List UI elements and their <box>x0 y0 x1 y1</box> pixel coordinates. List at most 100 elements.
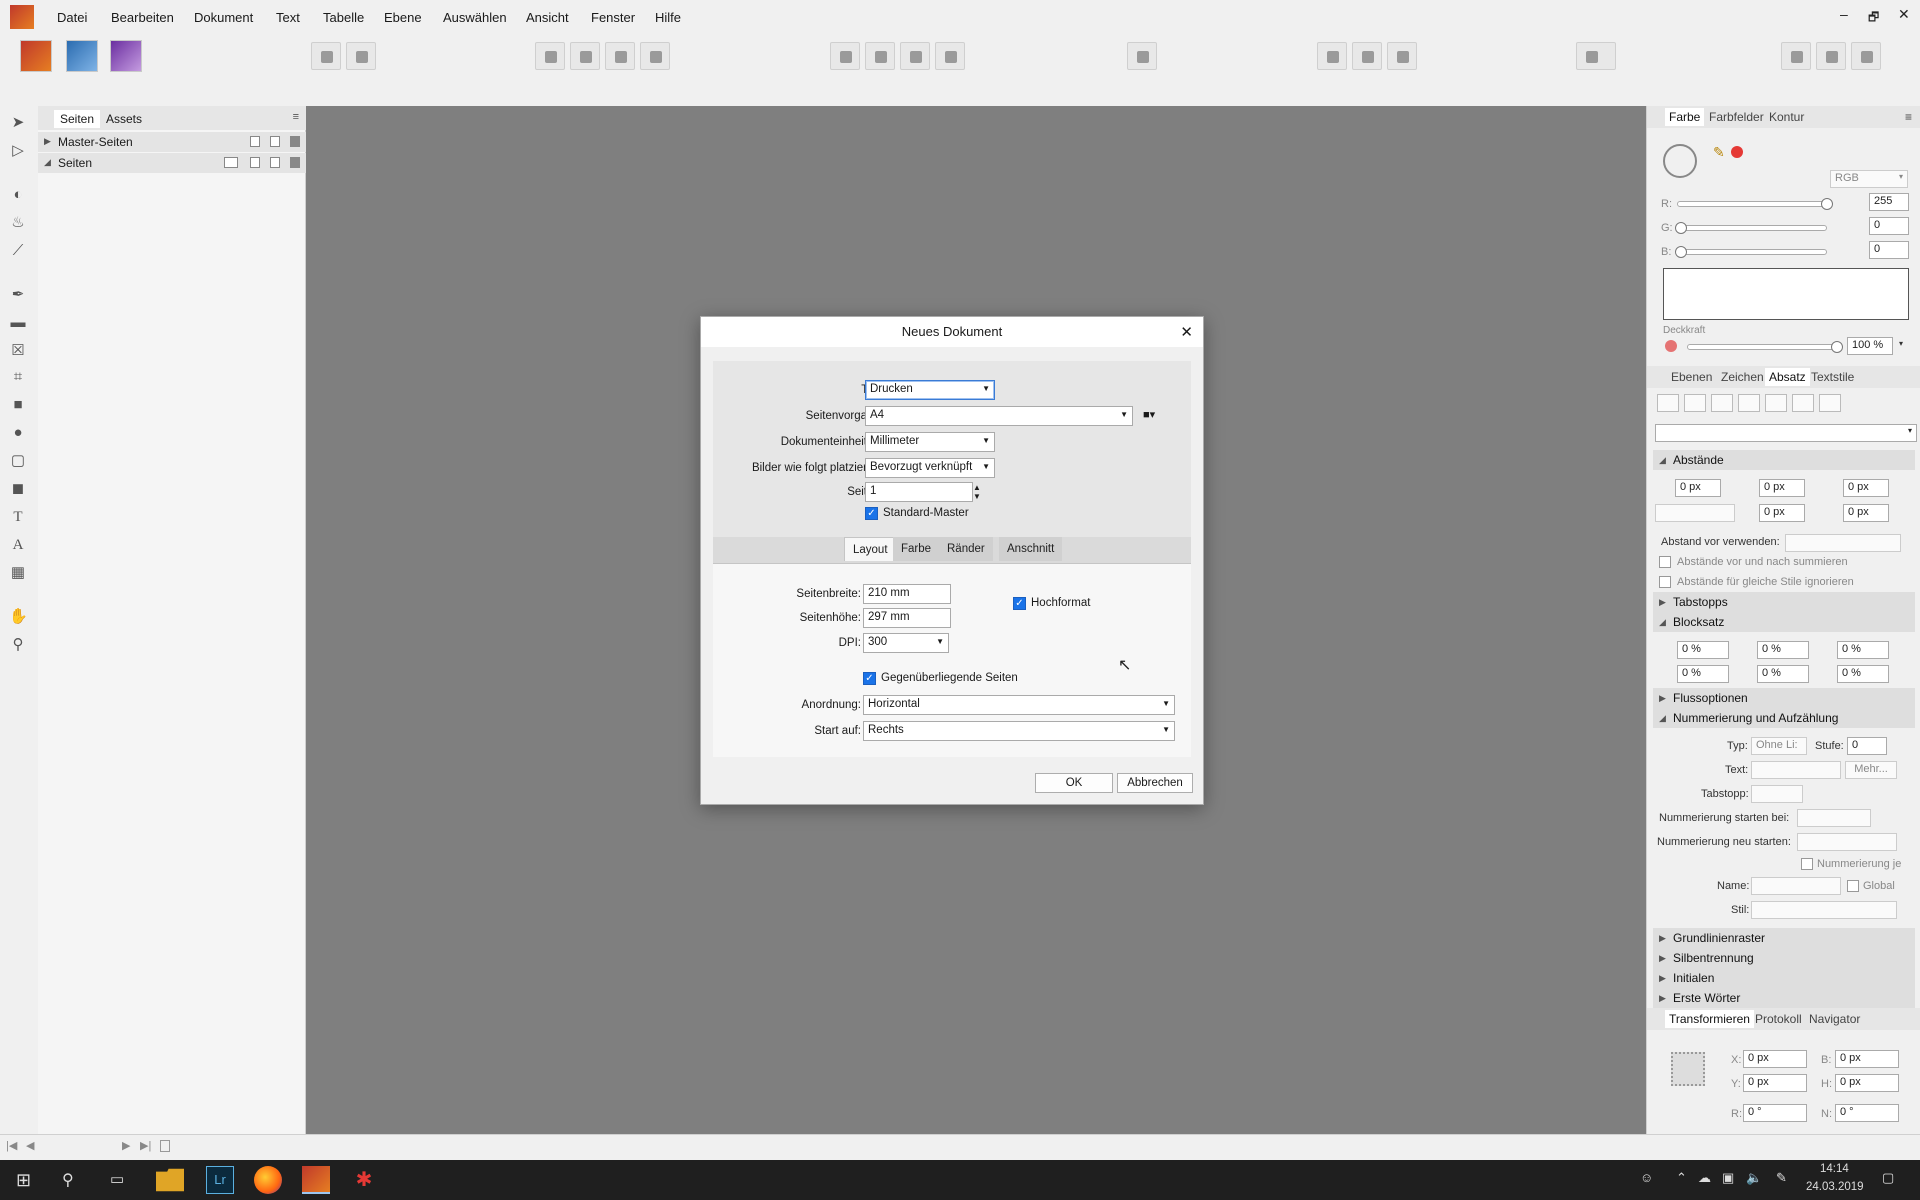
seitenhoehe-field[interactable]: 297 mm <box>863 608 951 628</box>
section-grundlinienraster[interactable]: ▶ Grundlinienraster <box>1653 928 1915 948</box>
tab-navigator[interactable]: Navigator <box>1809 1012 1860 1026</box>
tab-transformieren[interactable]: Transformieren <box>1665 1010 1754 1028</box>
flip-vertical-icon[interactable] <box>865 42 895 70</box>
notifications-icon[interactable]: ▢ <box>1882 1170 1894 1186</box>
show-hidden-icons[interactable]: ⌃ <box>1676 1170 1687 1186</box>
global-checkbox[interactable] <box>1847 880 1859 892</box>
prev-page-icon[interactable]: ◀ <box>26 1139 34 1152</box>
people-icon[interactable]: ☺ <box>1640 1170 1653 1185</box>
menu-text[interactable]: Text <box>276 10 300 25</box>
justify-center-icon[interactable] <box>1765 394 1787 412</box>
list-name-field[interactable] <box>1751 877 1841 895</box>
justify-right-icon[interactable] <box>1792 394 1814 412</box>
color-picker-icon[interactable]: ◐ <box>9 186 27 204</box>
arrange-back-icon[interactable] <box>640 42 670 70</box>
gegenueberliegende-seiten-checkbox[interactable]: ✓ <box>863 672 876 685</box>
tab-farbe[interactable]: Farbe <box>893 537 940 561</box>
section-silbentrennung[interactable]: ▶ Silbentrennung <box>1653 948 1915 968</box>
search-icon[interactable]: ⚲ <box>62 1170 74 1190</box>
seiten-field[interactable]: 1 <box>865 482 973 502</box>
eyedropper-icon[interactable]: ⟋ <box>9 242 27 260</box>
publisher-persona-icon[interactable] <box>20 40 52 72</box>
start-at-field[interactable] <box>1797 809 1871 827</box>
justify-left-icon[interactable] <box>1738 394 1760 412</box>
tab-farbe[interactable]: Farbe <box>1665 108 1705 126</box>
align-right-icon[interactable] <box>1711 394 1733 412</box>
hochformat-checkbox[interactable]: ✓ <box>1013 597 1026 610</box>
letter-spacing-max-field[interactable]: 0 % <box>1837 665 1889 683</box>
dialog-close-icon[interactable]: ✕ <box>1180 323 1193 341</box>
shear-field[interactable]: 0 ° <box>1835 1104 1899 1122</box>
section-erste-woerter[interactable]: ▶ Erste Wörter <box>1653 988 1915 1008</box>
dokumenteinheiten-select[interactable]: Millimeter ▼ <box>865 432 995 452</box>
justify-all-icon[interactable] <box>1819 394 1841 412</box>
firefox-icon[interactable] <box>254 1166 282 1194</box>
rotate-right-icon[interactable] <box>935 42 965 70</box>
section-abstaende[interactable]: ◢ Abstände <box>1653 450 1915 470</box>
duplicate-master-icon[interactable] <box>270 136 280 147</box>
tab-assets[interactable]: Assets <box>100 110 148 128</box>
windows-start-icon[interactable]: ⊞ <box>16 1170 31 1191</box>
list-text-field[interactable] <box>1751 761 1841 779</box>
menu-dokument[interactable]: Dokument <box>194 10 253 25</box>
seiten-stepper[interactable]: ▲ ▼ <box>973 483 981 501</box>
bilder-platzieren-select[interactable]: Bevorzugt verknüpft ▼ <box>865 458 995 478</box>
r-slider[interactable] <box>1677 201 1827 207</box>
arrange-backward-icon[interactable] <box>605 42 635 70</box>
b-slider[interactable] <box>1677 249 1827 255</box>
flip-horizontal-icon[interactable] <box>830 42 860 70</box>
opacity-field[interactable]: 100 % <box>1847 337 1893 355</box>
next-page-icon[interactable]: ▶ <box>122 1139 130 1152</box>
tab-absatz[interactable]: Absatz <box>1765 368 1810 386</box>
letter-spacing-min-field[interactable]: 0 % <box>1677 665 1729 683</box>
letter-spacing-desired-field[interactable]: 0 % <box>1757 665 1809 683</box>
collapse-arrow-icon[interactable]: ◢ <box>44 157 51 168</box>
screen-recorder-icon[interactable]: ✱ <box>350 1166 378 1194</box>
page-doc-icon[interactable] <box>160 1140 170 1152</box>
pen-workspace-icon[interactable]: ✎ <box>1776 1170 1787 1186</box>
opacity-slider-knob[interactable] <box>1831 341 1843 353</box>
arrange-forward-icon[interactable] <box>570 42 600 70</box>
anchor-point-icon[interactable] <box>1671 1052 1705 1086</box>
list-style-select[interactable] <box>1751 901 1897 919</box>
master-pages-row[interactable]: ▶ Master-Seiten <box>38 132 306 152</box>
align-left-icon[interactable] <box>1657 394 1679 412</box>
list-tabstop-field[interactable] <box>1751 785 1803 803</box>
abstand-vor-select[interactable] <box>1785 534 1901 552</box>
ok-button[interactable]: OK <box>1035 773 1113 793</box>
menu-fenster[interactable]: Fenster <box>591 10 635 25</box>
menu-tabelle[interactable]: Tabelle <box>323 10 364 25</box>
tab-ebenen[interactable]: Ebenen <box>1671 370 1712 384</box>
tab-zeichen[interactable]: Zeichen <box>1721 370 1764 384</box>
word-spacing-min-field[interactable]: 0 % <box>1677 641 1729 659</box>
arrange-front-icon[interactable] <box>535 42 565 70</box>
fill-tool-icon[interactable]: ♨ <box>9 214 27 232</box>
number-per-checkbox[interactable] <box>1801 858 1813 870</box>
tab-layout[interactable]: Layout <box>844 537 897 561</box>
tab-farbfelder[interactable]: Farbfelder <box>1709 110 1764 124</box>
pen-tool-icon[interactable]: ✒ <box>9 286 27 304</box>
zoom-tool-icon[interactable]: ⚲ <box>9 636 27 654</box>
last-page-icon[interactable]: ▶| <box>140 1139 151 1152</box>
anordnung-select[interactable]: Horizontal ▼ <box>863 695 1175 715</box>
boolean-subtract-icon[interactable] <box>1816 42 1846 70</box>
menu-ebene[interactable]: Ebene <box>384 10 422 25</box>
tab-anschnitt[interactable]: Anschnitt <box>999 537 1063 561</box>
space-after-field[interactable]: 0 px <box>1843 504 1889 522</box>
expand-arrow-icon[interactable]: ▶ <box>44 136 51 147</box>
view-mode-normal-icon[interactable] <box>1317 42 1347 70</box>
mehr-button[interactable]: Mehr... <box>1845 761 1897 779</box>
b-slider-knob[interactable] <box>1675 246 1687 258</box>
x-field[interactable]: 0 px <box>1743 1050 1807 1068</box>
snapping-icon[interactable] <box>346 42 376 70</box>
delete-page-icon[interactable] <box>290 157 300 168</box>
section-flussoptionen[interactable]: ▶ Flussoptionen <box>1653 688 1915 708</box>
fill-stroke-icon[interactable] <box>1663 144 1697 178</box>
text-wrap-icon[interactable] <box>1576 42 1616 70</box>
rotate-field[interactable]: 0 ° <box>1743 1104 1807 1122</box>
tab-kontur[interactable]: Kontur <box>1769 110 1804 124</box>
seitenvorgabe-select[interactable]: A4 ▼ <box>865 406 1133 426</box>
current-color-swatch[interactable] <box>1731 146 1743 158</box>
photo-persona-icon[interactable] <box>110 40 142 72</box>
network-icon[interactable]: ▣ <box>1722 1170 1734 1186</box>
